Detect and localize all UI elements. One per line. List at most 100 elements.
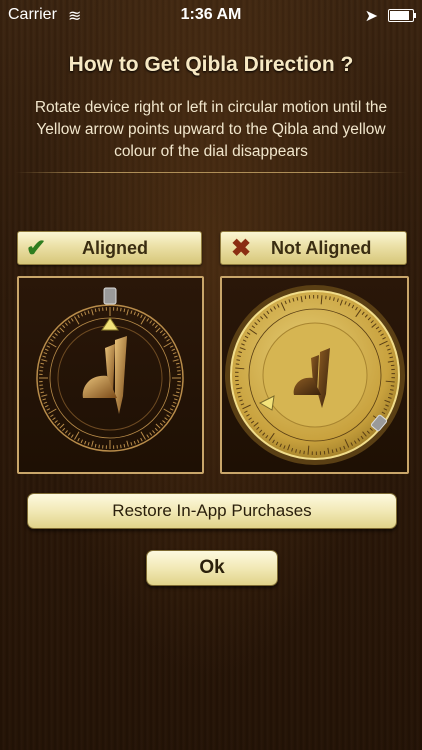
dial-tick bbox=[155, 423, 161, 429]
dial-tick bbox=[98, 444, 100, 449]
dial-tick bbox=[94, 308, 97, 313]
dial-tick bbox=[80, 312, 84, 317]
not-aligned-label: Not Aligned bbox=[271, 238, 372, 258]
aligned-tag: ✔ Aligned bbox=[17, 231, 202, 265]
dial-tick bbox=[133, 311, 136, 316]
dial-tick bbox=[174, 355, 178, 358]
not-aligned-compass-dial bbox=[225, 285, 405, 465]
dial-tick bbox=[133, 440, 136, 445]
dial-tick bbox=[149, 432, 153, 436]
aligned-compass-panel bbox=[17, 276, 204, 474]
location-icon: ➤ bbox=[364, 8, 378, 25]
dial-tick bbox=[56, 422, 61, 426]
ok-button[interactable]: Ok bbox=[146, 550, 278, 586]
dial-tick bbox=[163, 408, 172, 414]
dial-tick bbox=[62, 324, 66, 329]
dial-tick bbox=[152, 322, 156, 326]
dial-tick bbox=[91, 440, 94, 447]
dial-tick bbox=[236, 359, 241, 361]
dial-tick bbox=[41, 394, 48, 397]
page-title: How to Get Qibla Direction ? bbox=[68, 53, 354, 76]
dial-tick bbox=[389, 389, 394, 391]
restore-purchases-button[interactable]: Restore In-App Purchases bbox=[27, 493, 397, 529]
dial-tick bbox=[43, 352, 48, 355]
dial-tick bbox=[136, 439, 140, 444]
dial-tick bbox=[50, 414, 54, 418]
status-bar: Carrier ≋ 1:36 AM ➤ bbox=[0, 0, 422, 30]
check-icon: ✔ bbox=[26, 235, 47, 262]
dial-tick bbox=[140, 431, 146, 440]
dial-tick bbox=[159, 330, 164, 334]
dial-tick bbox=[126, 440, 129, 447]
dial-tick bbox=[164, 417, 168, 421]
dial-tick bbox=[64, 430, 68, 434]
dial-tick bbox=[54, 332, 58, 336]
dial-tick bbox=[56, 330, 61, 334]
dial-tick bbox=[70, 434, 74, 438]
dial-tick bbox=[46, 408, 51, 411]
dial-tick bbox=[50, 338, 54, 342]
dial-tick bbox=[140, 314, 143, 319]
dial-tick bbox=[64, 322, 68, 326]
dial-tick bbox=[154, 427, 158, 432]
dial-tick bbox=[59, 327, 65, 333]
dial-tick bbox=[59, 423, 65, 429]
dial-tick bbox=[162, 332, 166, 336]
instructions-text: Rotate device right or left in circular … bbox=[34, 99, 388, 160]
dial-tick bbox=[164, 335, 168, 339]
qibla-marker bbox=[103, 287, 117, 305]
dial-tick bbox=[67, 432, 71, 436]
dial-tick bbox=[172, 394, 179, 397]
dial-tick bbox=[94, 443, 97, 448]
dial-tick bbox=[123, 443, 126, 448]
dial-tick bbox=[120, 307, 122, 312]
dial-tick bbox=[169, 408, 174, 411]
dial-tick bbox=[146, 318, 150, 322]
dial-tick bbox=[41, 359, 48, 362]
qibla-logo-icon bbox=[82, 336, 127, 414]
dial-tick bbox=[130, 442, 133, 446]
dial-tick bbox=[155, 327, 161, 333]
dial-tick bbox=[74, 316, 80, 325]
dial-tick bbox=[159, 422, 164, 426]
dial-tick bbox=[42, 398, 46, 401]
dial-tick bbox=[126, 309, 129, 316]
dial-tick bbox=[166, 338, 170, 342]
dial-tick bbox=[84, 440, 87, 445]
dial-tick bbox=[146, 434, 150, 438]
dial-tick bbox=[40, 391, 45, 394]
dial-tick bbox=[54, 420, 58, 424]
dial-tick bbox=[39, 366, 44, 368]
dial-tick bbox=[123, 308, 126, 313]
aligned-label: Aligned bbox=[82, 238, 148, 258]
dial-tick bbox=[166, 414, 170, 418]
dial-tick bbox=[39, 388, 44, 390]
dial-tick bbox=[52, 335, 56, 339]
dial-tick bbox=[80, 439, 84, 444]
dial-tick bbox=[171, 348, 176, 352]
dial-tick bbox=[174, 398, 178, 401]
dial-tick bbox=[176, 388, 181, 390]
dial-tick bbox=[87, 310, 90, 314]
dial-tick bbox=[299, 449, 301, 454]
dial-tick bbox=[152, 430, 156, 434]
dial-tick bbox=[44, 348, 49, 352]
dial-tick bbox=[67, 320, 71, 324]
dial-tick bbox=[140, 316, 146, 325]
dial-tick bbox=[62, 427, 66, 432]
aligned-compass-dial bbox=[36, 287, 184, 452]
dial-tick bbox=[149, 320, 153, 324]
dial-tick bbox=[172, 352, 177, 355]
battery-icon bbox=[388, 9, 416, 22]
dial-tick bbox=[175, 362, 180, 365]
dial-tick bbox=[175, 391, 180, 394]
dial-tick bbox=[140, 437, 143, 442]
not-aligned-tag: ✖ Not Aligned bbox=[220, 231, 407, 265]
dial-tick bbox=[77, 437, 80, 442]
dial-tick bbox=[136, 312, 140, 317]
dial-tick bbox=[329, 296, 331, 301]
status-time: 1:36 AM bbox=[180, 6, 242, 23]
dial-tick bbox=[91, 309, 94, 316]
dial-tick bbox=[172, 359, 179, 362]
battery-fill bbox=[390, 11, 409, 20]
